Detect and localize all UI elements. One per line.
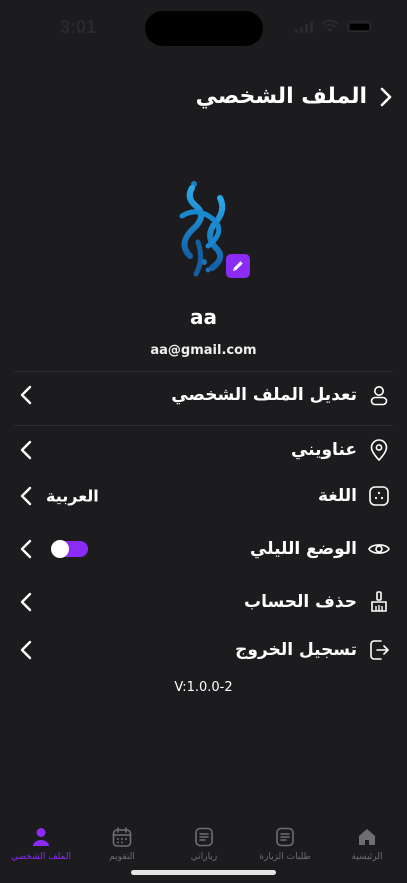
- chevron-left-icon: [20, 539, 32, 559]
- menu-dark-mode: الوضع الليلي: [14, 529, 393, 569]
- toggle-knob: [51, 540, 69, 558]
- home-icon: [359, 829, 375, 845]
- tab-label: التقويم: [109, 852, 135, 862]
- calendar-icon: [112, 827, 132, 847]
- chevron-left-icon: [20, 486, 32, 506]
- menu-label: حذف الحساب: [244, 592, 357, 612]
- status-bar: 3:01: [0, 0, 407, 56]
- list-icon: [276, 827, 294, 847]
- chevron-left-icon: [20, 640, 32, 660]
- wifi-icon: [321, 20, 339, 33]
- battery-icon: [347, 21, 371, 32]
- dynamic-island: [145, 11, 263, 46]
- pencil-icon: [233, 261, 243, 271]
- divider: [14, 425, 393, 426]
- person-icon: [33, 828, 49, 846]
- app-version: V:1.0.0-2: [174, 680, 233, 695]
- page-header: الملف الشخصي: [196, 84, 393, 109]
- menu-language[interactable]: اللغة العربية: [14, 476, 393, 516]
- language-icon: [369, 486, 389, 506]
- tab-home[interactable]: الرئيسية: [327, 826, 407, 862]
- back-chevron-icon[interactable]: [379, 86, 393, 108]
- signal-icon: [295, 20, 313, 33]
- dark-mode-toggle[interactable]: [51, 540, 88, 558]
- menu-edit-profile[interactable]: تعديل الملف الشخصي: [14, 375, 393, 415]
- menu-label: عناويني: [290, 440, 357, 460]
- menu-delete-account[interactable]: حذف الحساب: [14, 582, 393, 622]
- language-value: العربية: [46, 486, 99, 506]
- user-email: aa@gmail.com: [150, 343, 257, 358]
- edit-avatar-button[interactable]: [226, 254, 250, 278]
- menu-label: الوضع الليلي: [249, 539, 357, 559]
- eye-icon: [368, 544, 390, 554]
- page-title: الملف الشخصي: [195, 84, 367, 109]
- tab-my-visits[interactable]: زياراتي: [164, 826, 244, 862]
- tab-profile[interactable]: الملف الشخصي: [1, 826, 81, 862]
- tab-label: زياراتي: [190, 852, 218, 862]
- menu-logout[interactable]: تسجيل الخروج: [14, 630, 393, 670]
- chevron-left-icon: [20, 592, 32, 612]
- menu-label: تعديل الملف الشخصي: [171, 385, 357, 405]
- menu-label: اللغة: [317, 486, 357, 506]
- broom-icon: [371, 591, 387, 612]
- tab-label: طلبات الزيارة: [259, 852, 311, 862]
- location-pin-icon: [370, 439, 388, 462]
- chevron-left-icon: [20, 440, 32, 460]
- user-icon: [370, 386, 388, 406]
- document-icon: [195, 827, 213, 847]
- chevron-left-icon: [20, 385, 32, 405]
- tab-label: الملف الشخصي: [11, 852, 71, 862]
- tab-label: الرئيسية: [351, 852, 383, 862]
- system-icons: [295, 20, 371, 33]
- home-indicator: [131, 870, 276, 875]
- menu-label: تسجيل الخروج: [235, 640, 357, 660]
- tab-visit-requests[interactable]: طلبات الزيارة: [245, 826, 325, 862]
- menu-my-addresses[interactable]: عناويني: [14, 430, 393, 470]
- user-name: aa: [190, 305, 217, 329]
- status-time: 3:01: [60, 17, 97, 37]
- tab-calendar[interactable]: التقويم: [82, 826, 162, 862]
- divider: [14, 371, 393, 372]
- logout-icon: [370, 640, 389, 660]
